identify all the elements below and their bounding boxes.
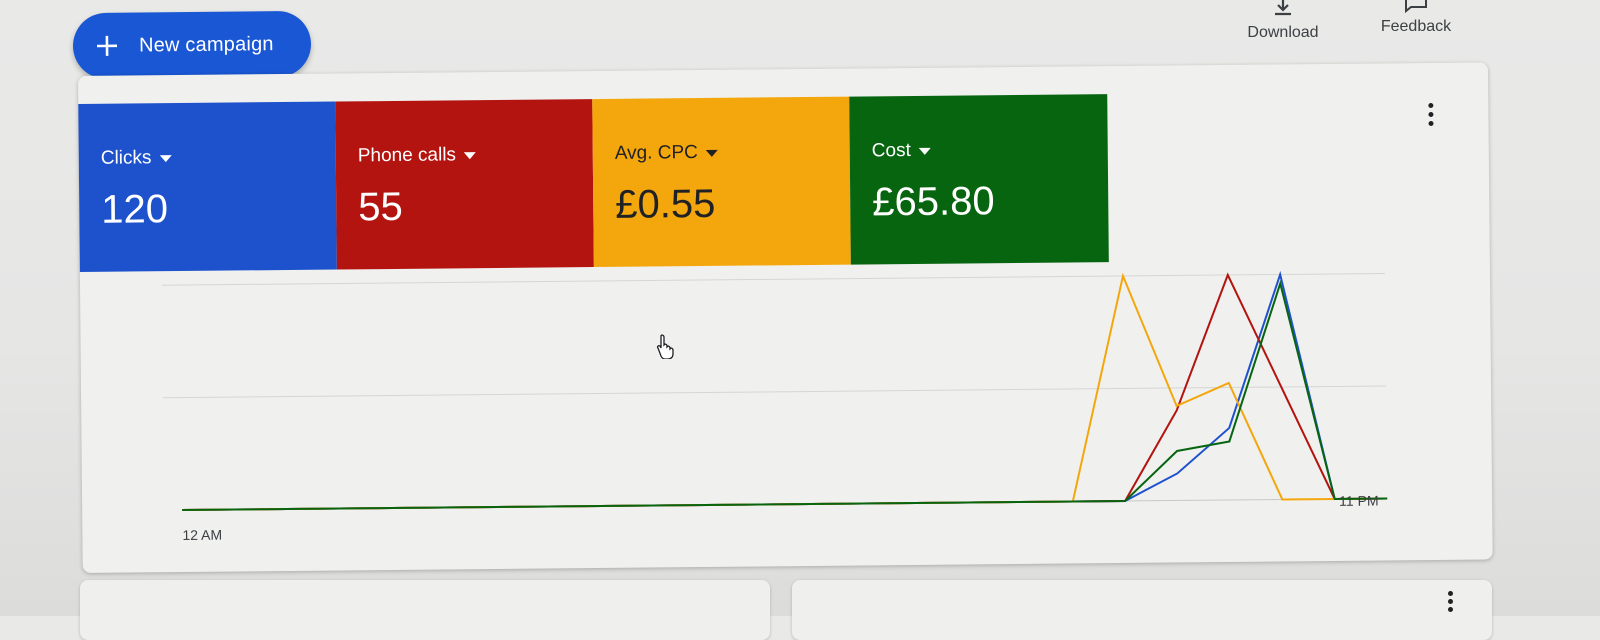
metric-clicks-label-wrap[interactable]: Clicks [101, 147, 172, 170]
download-icon [1275, 0, 1291, 16]
plus-icon [96, 35, 118, 56]
metric-phone-calls-label-wrap[interactable]: Phone calls [357, 144, 477, 167]
hand-cursor-icon [656, 334, 674, 359]
metric-tile-cost[interactable]: Cost £65.80 [849, 94, 1109, 265]
secondary-card-right [792, 580, 1492, 640]
more-options-icon[interactable] [1418, 99, 1442, 139]
feedback-icon [1405, 0, 1427, 14]
metric-avg-cpc-label-wrap[interactable]: Avg. CPC [615, 142, 718, 165]
metric-avg-cpc-label: Avg. CPC [614, 142, 698, 164]
dropdown-caret-icon[interactable] [463, 151, 477, 159]
metric-phone-calls-value: 55 [358, 184, 403, 230]
metric-cost-value: £65.80 [872, 179, 995, 225]
x-tick-end: 11 PM [1339, 493, 1379, 509]
metric-tile-clicks[interactable]: Clicks 120 [78, 101, 337, 272]
download-label: Download [1247, 24, 1319, 41]
chart-grid [162, 272, 1388, 511]
metric-cost-label-wrap[interactable]: Cost [872, 140, 931, 163]
gridline-0 [163, 385, 1387, 399]
gridline-1 [162, 272, 1385, 286]
feedback-label: Feedback [1380, 18, 1452, 35]
dropdown-caret-icon[interactable] [918, 147, 931, 155]
dropdown-caret-icon[interactable] [705, 149, 718, 157]
new-campaign-label: New campaign [138, 32, 274, 57]
feedback-button[interactable]: Feedback [1370, 0, 1462, 36]
metric-cost-label: Cost [871, 140, 911, 162]
metric-tile-avg-cpc[interactable]: Avg. CPC £0.55 [592, 96, 851, 268]
metric-phone-calls-label: Phone calls [357, 144, 457, 167]
dropdown-caret-icon[interactable] [159, 154, 172, 162]
new-campaign-button[interactable]: New campaign [72, 10, 312, 80]
performance-line-chart: 12 AM 11 PM [162, 270, 1388, 543]
metric-clicks-value: 120 [101, 187, 169, 232]
metric-clicks-label: Clicks [100, 147, 152, 169]
metric-tile-phone-calls[interactable]: Phone calls 55 [335, 99, 594, 270]
metric-avg-cpc-value: £0.55 [615, 181, 716, 227]
performance-card: Clicks 120 Phone calls 55 Avg. CPC £0.55… [78, 62, 1493, 573]
x-tick-start: 12 AM [182, 527, 222, 543]
secondary-card-left [80, 580, 770, 640]
download-button[interactable]: Download [1238, 0, 1328, 42]
more-options-icon[interactable] [1448, 588, 1454, 615]
